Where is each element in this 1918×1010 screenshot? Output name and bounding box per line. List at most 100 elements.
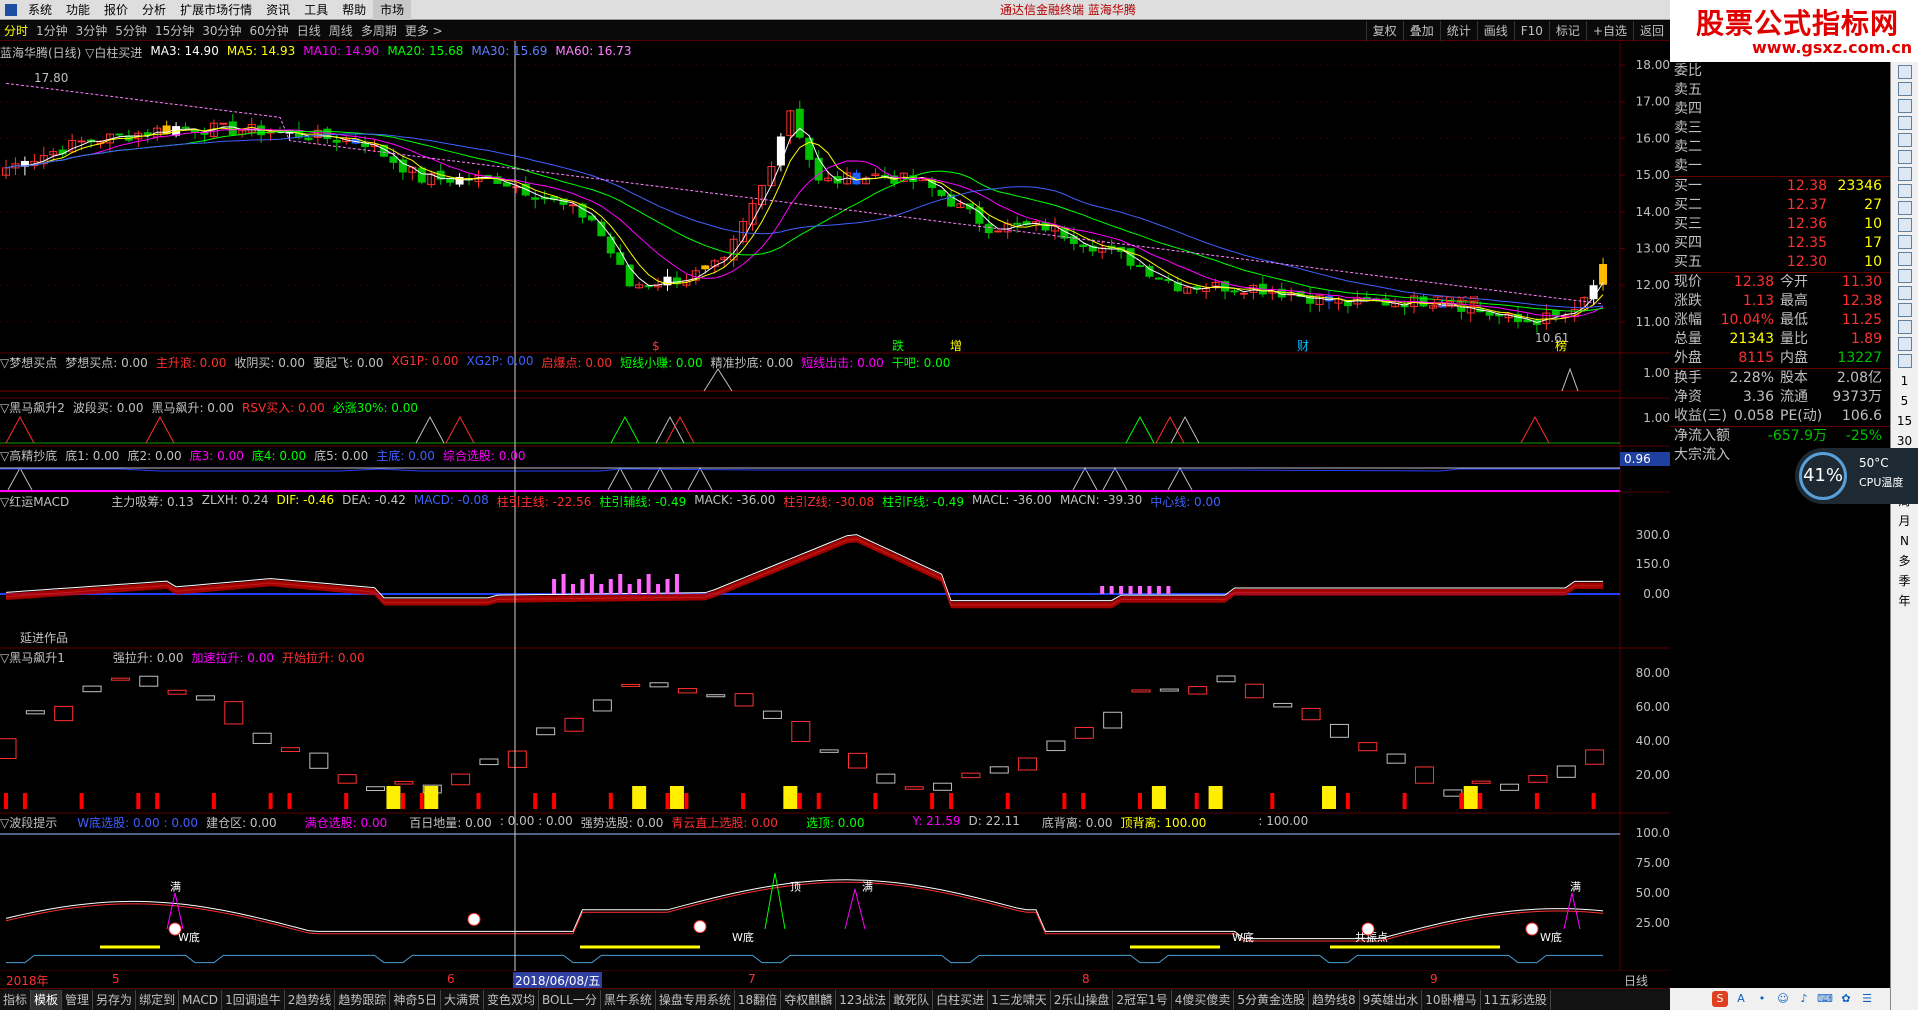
- indicator-tab-26[interactable]: 9英雄出水: [1360, 989, 1423, 1010]
- indicator-tab-28[interactable]: 11五彩选股: [1481, 989, 1551, 1010]
- indicator-tab-23[interactable]: 4傻买傻卖: [1172, 989, 1235, 1010]
- period-tab-day[interactable]: 日线: [293, 22, 325, 39]
- indicator-tab-22[interactable]: 2冠军1号: [1113, 989, 1172, 1010]
- indicator-tab-1[interactable]: 模板: [31, 989, 63, 1010]
- period-tab-3m[interactable]: 3分钟: [72, 22, 112, 39]
- f10-button[interactable]: F10: [1513, 21, 1549, 41]
- punct-icon[interactable]: •: [1754, 991, 1770, 1007]
- date-axis-period[interactable]: 日线: [1624, 972, 1648, 989]
- menu-function[interactable]: 功能: [59, 0, 97, 20]
- sidebar-tool-icon-18[interactable]: [1897, 354, 1912, 368]
- sidebar-tool-icon-1[interactable]: [1897, 65, 1912, 79]
- sidebar-tool-icon-10[interactable]: [1897, 218, 1912, 232]
- indicator-tab-8[interactable]: 趋势跟踪: [335, 989, 391, 1010]
- indicator-tab-25[interactable]: 趋势线8: [1309, 989, 1360, 1010]
- price-axis-label: 13.00: [1636, 242, 1670, 256]
- period-tab-minute[interactable]: 分时: [0, 22, 32, 39]
- skin-icon[interactable]: ✿: [1838, 991, 1854, 1007]
- cpu-temp-widget[interactable]: 41% 50°C CPU温度: [1795, 448, 1918, 504]
- indicator-tab-11[interactable]: 变色双均: [484, 989, 540, 1010]
- sidebar-period-1[interactable]: 1: [1891, 371, 1918, 391]
- period-tab-30m[interactable]: 30分钟: [198, 22, 245, 39]
- period-tab-1m[interactable]: 1分钟: [32, 22, 72, 39]
- sidebar-tool-icon-8[interactable]: [1897, 184, 1912, 198]
- sidebar-tool-icon-5[interactable]: [1897, 133, 1912, 147]
- sidebar-period-year[interactable]: 年: [1891, 591, 1918, 611]
- menu-system[interactable]: 系统: [21, 0, 59, 20]
- indicator-tab-6[interactable]: 1回调追牛: [222, 989, 285, 1010]
- indicator-tab-14[interactable]: 操盘专用系统: [656, 989, 735, 1010]
- menu-tools[interactable]: 工具: [297, 0, 335, 20]
- sidebar-period-5[interactable]: 5: [1891, 391, 1918, 411]
- indicator-tab-0[interactable]: 指标: [0, 989, 32, 1010]
- panel1-title[interactable]: ▽梦想买点: [0, 354, 57, 370]
- mark-button[interactable]: 标记: [1548, 21, 1586, 41]
- period-tab-more[interactable]: 更多 >: [401, 22, 447, 39]
- indicator-tab-12[interactable]: BOLL一分: [539, 989, 601, 1010]
- sidebar-tool-icon-4[interactable]: [1897, 116, 1912, 130]
- indicator-tab-3[interactable]: 另存为: [93, 989, 137, 1010]
- menu-info[interactable]: 资讯: [259, 0, 297, 20]
- indicator-tab-17[interactable]: 123战法: [836, 989, 891, 1010]
- indicator-tab-9[interactable]: 神奇5日: [390, 989, 441, 1010]
- sidebar-tool-icon-13[interactable]: [1897, 269, 1912, 283]
- sidebar-tool-icon-3[interactable]: [1897, 99, 1912, 113]
- indicator-tab-18[interactable]: 敢死队: [890, 989, 934, 1010]
- lang-icon[interactable]: A: [1733, 991, 1749, 1007]
- indicator-tab-21[interactable]: 2乐山操盘: [1051, 989, 1114, 1010]
- ime-menu-icon[interactable]: ☰: [1859, 991, 1875, 1007]
- sidebar-tool-icon-14[interactable]: [1897, 286, 1912, 300]
- indicator-tab-16[interactable]: 夺权麒麟: [781, 989, 837, 1010]
- add-favorite-button[interactable]: +自选: [1585, 21, 1633, 41]
- sidebar-tool-icon-7[interactable]: [1897, 167, 1912, 181]
- panel2-title[interactable]: ▽黑马飙升2: [0, 399, 65, 415]
- indicator-tab-10[interactable]: 大满贯: [441, 989, 485, 1010]
- keyboard-icon[interactable]: ⌨: [1817, 991, 1833, 1007]
- sidebar-tool-icon-11[interactable]: [1897, 235, 1912, 249]
- period-tab-week[interactable]: 周线: [325, 22, 357, 39]
- sidebar-tool-icon-15[interactable]: [1897, 303, 1912, 317]
- sidebar-period-month[interactable]: 月: [1891, 511, 1918, 531]
- panel4-title[interactable]: ▽红运MACD: [0, 493, 69, 509]
- mic-icon[interactable]: ♪: [1796, 991, 1812, 1007]
- indicator-tab-19[interactable]: 白柱买进: [933, 989, 989, 1010]
- indicator-tab-20[interactable]: 1三龙啸天: [988, 989, 1051, 1010]
- period-tab-5m[interactable]: 5分钟: [111, 22, 151, 39]
- period-tab-multi[interactable]: 多周期: [357, 22, 401, 39]
- indicator-tab-5[interactable]: MACD: [179, 989, 223, 1010]
- menu-market[interactable]: 市场: [373, 0, 412, 20]
- overlay-button[interactable]: 叠加: [1402, 21, 1440, 41]
- indicator-tab-15[interactable]: 18翻倍: [735, 989, 782, 1010]
- back-button[interactable]: 返回: [1632, 21, 1670, 41]
- indicator-tab-24[interactable]: 5分黄金选股: [1234, 989, 1309, 1010]
- restore-rights-button[interactable]: 复权: [1365, 21, 1403, 41]
- sidebar-tool-icon-2[interactable]: [1897, 82, 1912, 96]
- indicator-tab-7[interactable]: 2趋势线: [285, 989, 336, 1010]
- indicator-tab-4[interactable]: 绑定到: [136, 989, 180, 1010]
- sidebar-period-15[interactable]: 15: [1891, 411, 1918, 431]
- sidebar-period-n[interactable]: N: [1891, 531, 1918, 551]
- period-tab-15m[interactable]: 15分钟: [151, 22, 198, 39]
- sidebar-period-multi[interactable]: 多: [1891, 551, 1918, 571]
- sogou-ime-icon[interactable]: S: [1712, 991, 1728, 1007]
- sidebar-tool-icon-6[interactable]: [1897, 150, 1912, 164]
- sidebar-tool-icon-12[interactable]: [1897, 252, 1912, 266]
- stats-button[interactable]: 统计: [1439, 21, 1477, 41]
- menu-ext-market[interactable]: 扩展市场行情: [173, 0, 259, 20]
- draw-line-button[interactable]: 画线: [1476, 21, 1514, 41]
- menu-quote[interactable]: 报价: [97, 0, 135, 20]
- panel6-title[interactable]: ▽波段提示: [0, 814, 57, 830]
- indicator-tab-27[interactable]: 10卧槽马: [1422, 989, 1481, 1010]
- indicator-tab-2[interactable]: 管理: [62, 989, 94, 1010]
- panel5-title[interactable]: ▽黑马飙升1: [0, 649, 65, 665]
- period-tab-60m[interactable]: 60分钟: [246, 22, 293, 39]
- menu-analysis[interactable]: 分析: [135, 0, 173, 20]
- panel3-title[interactable]: ▽高精抄底: [0, 447, 57, 463]
- sidebar-tool-icon-16[interactable]: [1897, 320, 1912, 334]
- menu-help[interactable]: 帮助: [335, 0, 373, 20]
- indicator-tab-13[interactable]: 黑牛系统: [601, 989, 656, 1010]
- sidebar-period-season[interactable]: 季: [1891, 571, 1918, 591]
- sidebar-tool-icon-17[interactable]: [1897, 337, 1912, 351]
- emoji-icon[interactable]: ☺: [1775, 991, 1791, 1007]
- sidebar-tool-icon-9[interactable]: [1897, 201, 1912, 215]
